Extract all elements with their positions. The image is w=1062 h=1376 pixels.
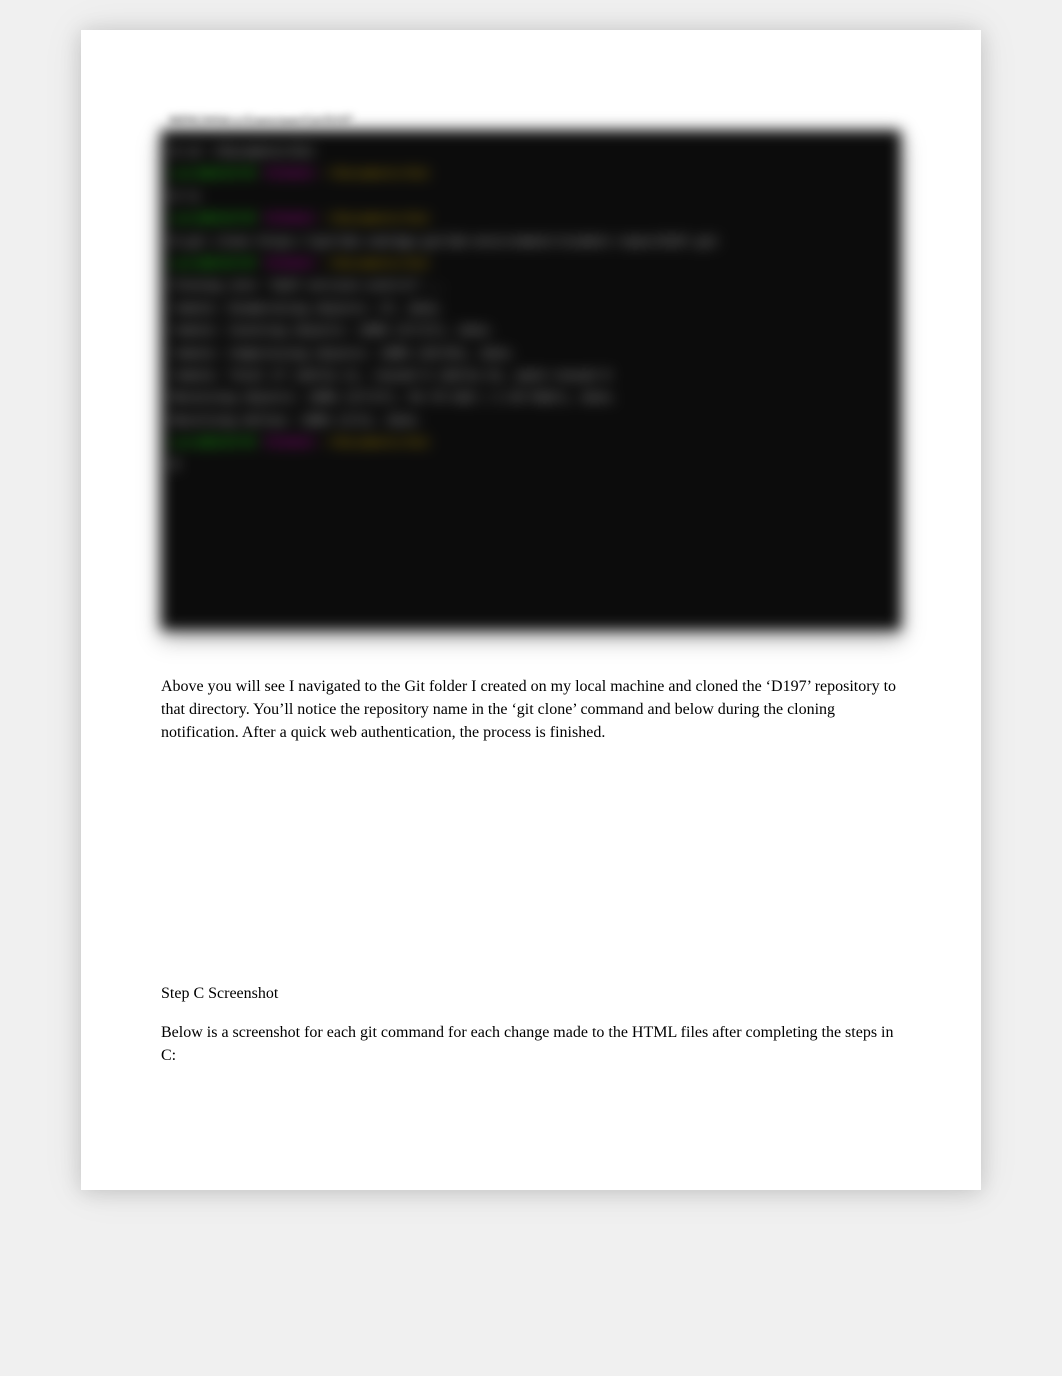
terminal-segment: $ ls (171, 190, 200, 204)
terminal-line: remote: Compressing objects: 100% (25/25… (171, 344, 891, 364)
terminal-line: $ (171, 455, 891, 475)
terminal-segment: remote: Counting objects: 100% (27/27), … (171, 324, 495, 338)
terminal-segment: $ git clone https://gitlab.com/wgu-gitla… (171, 235, 718, 249)
terminal-segment: ~/Documents/Git (322, 212, 430, 226)
terminal-body: $ cd ~/Documents/Git user@DESKTOP MINGW64… (161, 130, 901, 630)
paragraph-after-terminal: Above you will see I navigated to the Gi… (161, 675, 901, 745)
terminal-segment: user@DESKTOP (171, 436, 265, 450)
terminal-segment: ~/Documents/Git (322, 257, 430, 271)
terminal-segment: MINGW64 (265, 257, 323, 271)
document-page: MINGW64:/c/Users/user/Git/D197 $ cd ~/Do… (81, 30, 981, 1190)
terminal-segment: $ (171, 458, 178, 472)
terminal-line: Cloning into 'd197-version-control'... (171, 276, 891, 296)
terminal-segment: user@DESKTOP (171, 212, 265, 226)
terminal-screenshot: MINGW64:/c/Users/user/Git/D197 $ cd ~/Do… (161, 110, 901, 630)
terminal-line: user@DESKTOP MINGW64 ~/Documents/Git (171, 433, 891, 453)
terminal-segment: user@DESKTOP (171, 167, 265, 181)
terminal-line: remote: Counting objects: 100% (27/27), … (171, 321, 891, 341)
terminal-segment: ~/Documents/Git (322, 436, 430, 450)
terminal-line: $ cd ~/Documents/Git (171, 142, 891, 162)
terminal-line: $ git clone https://gitlab.com/wgu-gitla… (171, 232, 891, 252)
step-c-body: Below is a screenshot for each git comma… (161, 1021, 901, 1067)
terminal-line: user@DESKTOP MINGW64 ~/Documents/Git (171, 164, 891, 184)
terminal-line: $ ls (171, 187, 891, 207)
terminal-segment: Cloning into 'd197-version-control'... (171, 279, 445, 293)
terminal-segment: MINGW64 (265, 167, 323, 181)
terminal-segment: MINGW64 (265, 436, 323, 450)
terminal-line: Receiving objects: 100% (27/27), 54.76 K… (171, 388, 891, 408)
step-c-heading: Step C Screenshot (161, 985, 901, 1003)
terminal-line: remote: Enumerating objects: 27, done. (171, 299, 891, 319)
terminal-line: remote: Total 27 (delta 2), reused 0 (de… (171, 366, 891, 386)
terminal-segment: remote: Compressing objects: 100% (25/25… (171, 347, 517, 361)
terminal-segment: $ cd ~/Documents/Git (171, 145, 315, 159)
terminal-segment: user@DESKTOP (171, 257, 265, 271)
terminal-segment: Resolving deltas: 100% (2/2), done. (171, 414, 423, 428)
terminal-segment: remote: Enumerating objects: 27, done. (171, 302, 445, 316)
terminal-segment: MINGW64 (265, 212, 323, 226)
terminal-line: user@DESKTOP MINGW64 ~/Documents/Git (171, 209, 891, 229)
terminal-title-bar: MINGW64:/c/Users/user/Git/D197 (161, 110, 901, 130)
terminal-line: Resolving deltas: 100% (2/2), done. (171, 411, 891, 431)
terminal-segment: Receiving objects: 100% (27/27), 54.76 K… (171, 391, 617, 405)
terminal-line: user@DESKTOP MINGW64 ~/Documents/Git (171, 254, 891, 274)
terminal-segment: remote: Total 27 (delta 2), reused 0 (de… (171, 369, 610, 383)
spacer (161, 765, 901, 985)
terminal-segment: ~/Documents/Git (322, 167, 430, 181)
